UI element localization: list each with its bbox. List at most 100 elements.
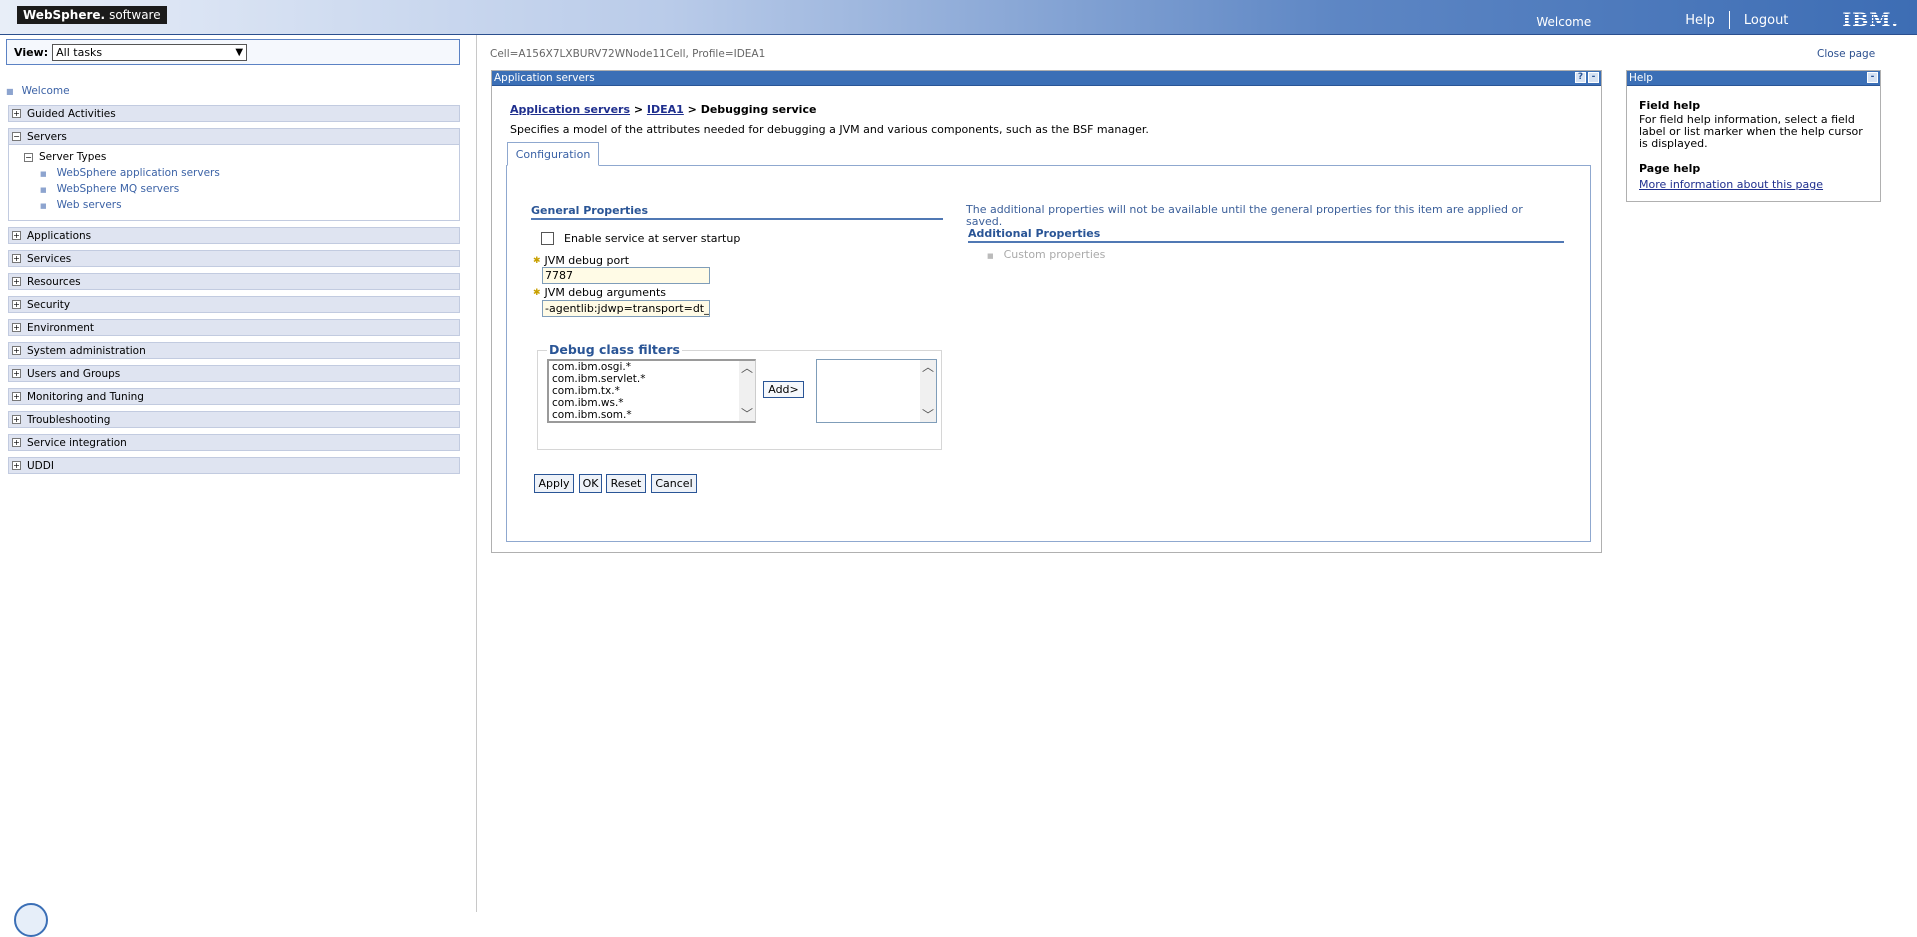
expand-icon: + (12, 323, 21, 332)
nav-section-label: Troubleshooting (27, 413, 111, 426)
field-help-text: For field help information, select a fie… (1639, 113, 1863, 150)
cancel-button[interactable]: Cancel (651, 474, 697, 493)
help-title: Help (1629, 72, 1653, 84)
field-help-heading: Field help (1639, 99, 1701, 112)
nav-section-system-administration[interactable]: + System administration (8, 342, 460, 359)
logout-link[interactable]: Logout (1744, 13, 1789, 28)
nav-section-troubleshooting[interactable]: + Troubleshooting (8, 411, 460, 428)
nav-section-users-and-groups[interactable]: + Users and Groups (8, 365, 460, 382)
ok-button[interactable]: OK (579, 474, 602, 493)
required-icon: ✱ (533, 287, 541, 298)
debug-class-filter-target-list[interactable]: ︿ ﹀ (816, 359, 937, 423)
bullet-icon: ■ (987, 252, 994, 260)
breadcrumb-idea1[interactable]: IDEA1 (647, 103, 684, 116)
breadcrumb-separator: > (630, 103, 647, 116)
enable-service-checkbox[interactable] (541, 232, 554, 245)
add-filter-button[interactable]: Add> (763, 381, 804, 398)
help-panel: Help - Field help For field help informa… (1626, 70, 1881, 202)
nav-section-label: Users and Groups (27, 367, 121, 380)
top-banner: WebSphere. software Welcome Help Logout … (0, 0, 1917, 35)
minimize-icon[interactable]: - (1588, 72, 1599, 83)
target-scrollbar[interactable]: ︿ ﹀ (920, 360, 936, 422)
panel-title: Application servers (494, 72, 595, 84)
custom-properties-link: ■ Custom properties (987, 248, 1105, 261)
nav-section-environment[interactable]: + Environment (8, 319, 460, 336)
nav-section-servers[interactable]: − Servers (8, 128, 460, 145)
list-item[interactable]: com.ibm.servlet.* (552, 373, 755, 385)
breadcrumb-application-servers[interactable]: Application servers (510, 103, 630, 116)
view-filter: View: All tasks ▼ (6, 39, 460, 65)
chevron-down-icon: ▼ (235, 46, 244, 58)
nav-section-label: Security (27, 298, 71, 311)
nav-section-resources[interactable]: + Resources (8, 273, 460, 290)
jvm-debug-port-label-row: ✱ JVM debug port (533, 254, 629, 267)
websphere-logo: WebSphere. software (17, 6, 167, 24)
additional-properties-heading: Additional Properties (968, 227, 1564, 243)
expand-icon: + (12, 392, 21, 401)
general-properties-heading: General Properties (531, 204, 943, 220)
nav-divider (1728, 11, 1730, 29)
chevron-up-icon[interactable]: ︿ (922, 360, 934, 374)
nav-welcome-link[interactable]: ■ Welcome (6, 85, 70, 97)
expand-icon: + (12, 277, 21, 286)
view-select[interactable]: All tasks ▼ (52, 43, 248, 61)
page-help-link[interactable]: More information about this page (1639, 178, 1823, 191)
nav-item-websphere-mq-servers[interactable]: ■ WebSphere MQ servers (40, 183, 179, 195)
collapse-icon: − (24, 152, 33, 162)
minimize-icon[interactable]: - (1867, 72, 1878, 83)
nav-section-label: Guided Activities (27, 107, 116, 120)
nav-section-security[interactable]: + Security (8, 296, 460, 313)
nav-item-websphere-application-servers[interactable]: ■ WebSphere application servers (40, 167, 220, 179)
nav-section-service-integration[interactable]: + Service integration (8, 434, 460, 451)
filters-scrollbar[interactable]: ︿ ﹀ (739, 361, 755, 421)
expand-icon: + (12, 438, 21, 447)
bullet-icon: ■ (40, 186, 47, 194)
chevron-down-icon[interactable]: ﹀ (922, 408, 934, 422)
debugging-service-panel: Application servers ? - Application serv… (491, 70, 1602, 553)
nav-section-monitoring-and-tuning[interactable]: + Monitoring and Tuning (8, 388, 460, 405)
jvm-debug-args-input[interactable]: -agentlib:jdwp=transport=dt_s (542, 300, 710, 317)
ibm-logo: IBM. (1842, 9, 1899, 31)
reset-button[interactable]: Reset (606, 474, 646, 493)
jvm-debug-args-label: JVM debug arguments (544, 286, 667, 299)
nav-section-label: Applications (27, 229, 92, 242)
chevron-down-icon[interactable]: ﹀ (741, 407, 753, 421)
nav-item-label: WebSphere application servers (56, 167, 220, 179)
nav-section-guided-activities[interactable]: + Guided Activities (8, 105, 460, 122)
jvm-debug-args-label-row: ✱ JVM debug arguments (533, 286, 666, 299)
tab-configuration[interactable]: Configuration (507, 142, 599, 166)
list-item[interactable]: com.ibm.som.* (552, 409, 755, 421)
nav-section-services[interactable]: + Services (8, 250, 460, 267)
top-nav: Welcome Help Logout IBM. (1536, 9, 1917, 31)
help-icon[interactable]: ? (1575, 72, 1586, 83)
list-item[interactable]: com.ibm.tx.* (552, 385, 755, 397)
apply-button[interactable]: Apply (534, 474, 574, 493)
expand-icon: + (12, 346, 21, 355)
list-item[interactable]: com.ibm.osgi.* (552, 361, 755, 373)
close-page-link[interactable]: Close page (1817, 48, 1875, 60)
server-types-label: Server Types (39, 151, 107, 163)
help-titlebar: Help - (1627, 71, 1880, 86)
jvm-debug-port-label: JVM debug port (544, 254, 630, 267)
debug-class-filters-list[interactable]: com.ibm.osgi.* com.ibm.servlet.* com.ibm… (547, 359, 756, 423)
nav-section-label: Monitoring and Tuning (27, 390, 144, 403)
nav-section-uddi[interactable]: + UDDI (8, 457, 460, 474)
nav-section-label: Service integration (27, 436, 127, 449)
collapse-icon: − (12, 132, 21, 141)
nav-section-label: Servers (27, 130, 67, 143)
jvm-debug-port-input[interactable]: 7787 (542, 267, 710, 284)
expand-icon: + (12, 415, 21, 424)
nav-section-applications[interactable]: + Applications (8, 227, 460, 244)
help-link[interactable]: Help (1685, 13, 1715, 28)
nav-section-label: Resources (27, 275, 81, 288)
brand-light: software (109, 8, 161, 22)
additional-properties-note: The additional properties will not be av… (966, 203, 1523, 228)
configuration-tab-content: General Properties Enable service at ser… (506, 165, 1591, 542)
welcome-text: Welcome (1536, 15, 1592, 29)
nav-item-web-servers[interactable]: ■ Web servers (40, 199, 122, 211)
server-types-node[interactable]: − Server Types (24, 151, 106, 163)
chevron-up-icon[interactable]: ︿ (741, 361, 753, 375)
bullet-icon: ■ (40, 170, 47, 178)
list-item[interactable]: com.ibm.ws.* (552, 397, 755, 409)
globe-icon (14, 903, 48, 937)
